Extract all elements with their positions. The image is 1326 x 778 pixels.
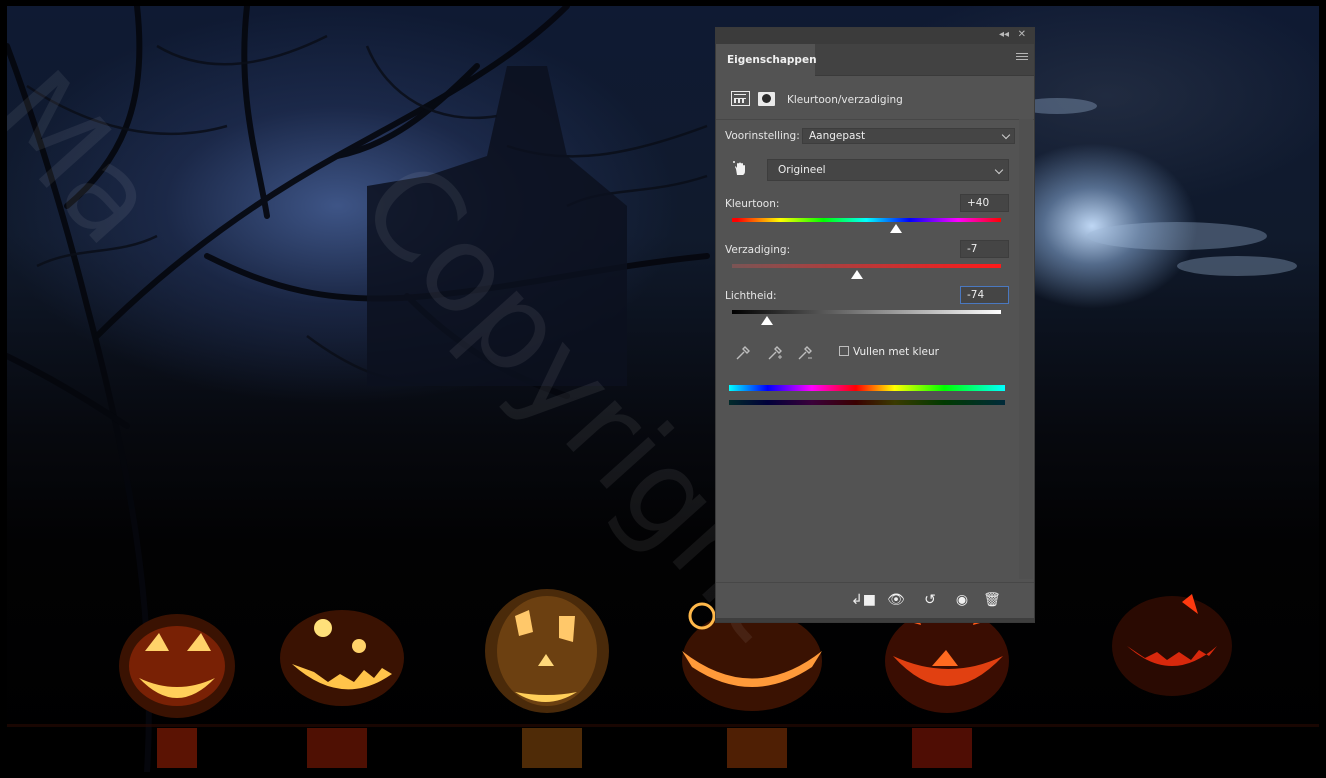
adjustment-header: Kleurtoon/verzadiging [716,78,1034,120]
properties-panel: ◂◂ ✕ Eigenschappen Kleurtoon/verzadiging… [715,27,1035,623]
input-color-bar [729,385,1005,391]
panel-resize-grip[interactable] [716,618,1034,622]
panel-menu-icon[interactable] [1016,53,1028,63]
targeted-adjustment-hand-icon[interactable] [732,160,748,176]
lightness-slider-track[interactable] [732,310,1001,314]
panel-scrollbar[interactable] [1019,119,1033,579]
layer-mask-icon[interactable] [758,92,775,106]
saturation-label: Verzadiging: [725,244,791,256]
close-icon[interactable]: ✕ [1018,29,1026,40]
preset-row: Voorinstelling: Aangepast [725,128,1015,144]
clip-to-layer-icon[interactable]: ↲■ [851,592,876,610]
eyedropper-group [734,344,844,364]
panel-bottom-toolbar: ↲■ 👁 ↺ ◉ 🗑 [716,582,1034,622]
hue-slider-track[interactable] [732,218,1001,222]
adjustment-title: Kleurtoon/verzadiging [787,94,903,106]
preset-dropdown[interactable]: Aangepast [802,128,1015,144]
chevron-down-icon [1001,130,1011,140]
channel-dropdown[interactable]: Origineel [767,159,1009,181]
hue-label: Kleurtoon: [725,198,780,210]
visibility-eye-icon[interactable]: ◉ [952,592,972,610]
preset-value: Aangepast [809,130,866,142]
canvas-background-image: Ma Copyright [7,6,1319,772]
output-color-bar [729,400,1005,405]
lightness-value-field[interactable]: -74 [960,286,1009,304]
hue-value-field[interactable]: +40 [960,194,1009,212]
colorize-label: Vullen met kleur [853,346,939,358]
saturation-value-field[interactable]: -7 [960,240,1009,258]
lightness-label: Lichtheid: [725,290,777,302]
saturation-slider-track[interactable] [732,264,1001,268]
lightness-slider-thumb[interactable] [760,316,773,325]
panel-tab-row: Eigenschappen [716,44,1034,76]
eyedropper-minus-icon[interactable] [796,344,814,362]
trash-icon[interactable]: 🗑 [982,592,1002,610]
eyedropper-plus-icon[interactable] [766,344,784,362]
colorize-checkbox[interactable] [839,346,849,356]
panel-titlebar: ◂◂ ✕ [716,28,1034,44]
double-chevron-left-icon[interactable]: ◂◂ [999,29,1009,40]
hue-slider-thumb[interactable] [890,224,903,233]
tab-eigenschappen[interactable]: Eigenschappen [716,44,817,76]
chevron-down-icon [994,165,1004,175]
reset-icon[interactable]: ↺ [920,592,940,610]
colorize-option[interactable]: Vullen met kleur [839,346,939,358]
saturation-slider-thumb[interactable] [851,270,864,279]
preset-label: Voorinstelling: [725,130,800,142]
hue-saturation-adjustment-icon[interactable] [731,91,750,106]
channel-value: Origineel [778,164,826,176]
view-previous-state-icon[interactable]: 👁 [886,592,906,610]
halloween-scene-illustration [7,6,1319,772]
eyedropper-icon[interactable] [734,344,752,362]
